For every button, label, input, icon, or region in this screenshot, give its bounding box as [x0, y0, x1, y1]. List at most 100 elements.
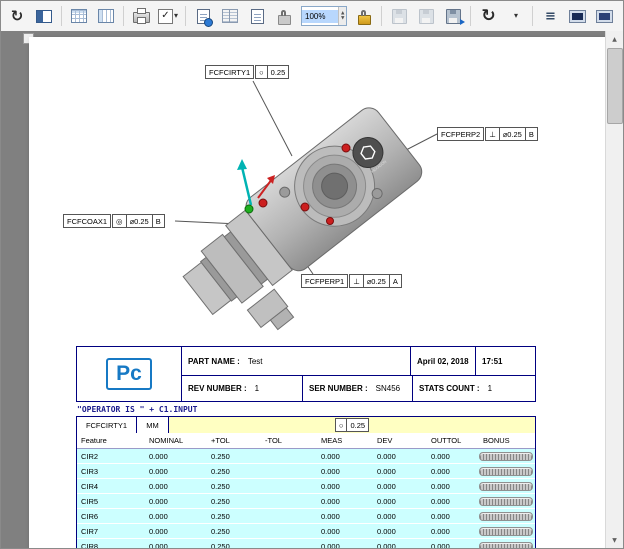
report-list-button[interactable]: ≡ — [537, 3, 563, 29]
ser-number-value: SN456 — [376, 384, 400, 393]
text-columns-button[interactable] — [217, 3, 243, 29]
table-cell: 0.000 — [373, 464, 427, 478]
column-header: +TOL — [207, 433, 261, 448]
perpendicularity-symbol: ⊥ — [350, 275, 363, 287]
pcdmis-logo-text: Pc — [116, 362, 142, 385]
fcf-frame: ○ 0.25 — [335, 418, 369, 432]
table-cell: 0.000 — [373, 449, 427, 463]
bonus-bar — [479, 542, 533, 549]
table-cell: 0.000 — [145, 464, 207, 478]
protect-report-button[interactable] — [271, 3, 297, 29]
save-report-as-button[interactable] — [413, 3, 439, 29]
show-cad-window-button[interactable] — [591, 3, 617, 29]
report-filter-button[interactable] — [618, 3, 624, 29]
refresh-options-button[interactable]: ▾ — [502, 3, 528, 29]
table-cell: 0.250 — [207, 479, 261, 493]
bonus-bar — [479, 527, 533, 536]
export-report-button[interactable] — [440, 3, 466, 29]
bonus-cell — [479, 509, 535, 523]
table-cell: 0.000 — [427, 479, 479, 493]
table-cell — [261, 509, 317, 523]
stats-count-value: 1 — [488, 384, 492, 393]
rotate-view-button[interactable]: ↻ — [4, 3, 30, 29]
bonus-cell — [479, 494, 535, 508]
table-cell: 0.000 — [373, 494, 427, 508]
table-cell: 0.000 — [317, 449, 373, 463]
doc-lines — [254, 12, 261, 21]
column-header: MEAS — [317, 433, 373, 448]
toolbar-separator — [532, 6, 533, 26]
table-cell: CIR5 — [77, 494, 145, 508]
split-window-icon — [36, 10, 52, 23]
feature-table: FCFCIRTY1 MM ○ 0.25 FeatureNOMINAL+TOL-T… — [76, 416, 536, 548]
zoom-spinner[interactable]: ▲ ▼ — [338, 7, 346, 25]
callout-fcfcoax1[interactable]: FCFCOAX1 ◎ ⌀0.25 B — [63, 214, 165, 228]
report-template-button[interactable] — [66, 3, 92, 29]
refresh-report-button[interactable]: ↻ — [475, 3, 501, 29]
custom-report-button[interactable] — [93, 3, 119, 29]
bonus-bar — [479, 467, 533, 476]
fcf-header-band: FCFCIRTY1 MM ○ 0.25 — [77, 417, 535, 433]
table-cell: 0.000 — [145, 539, 207, 548]
fcf-band-frame-area: ○ 0.25 — [169, 417, 535, 433]
lock-report-button[interactable] — [351, 3, 377, 29]
callout-fcfperp2[interactable]: FCFPERP2 ⊥ ⌀0.25 B — [437, 127, 538, 141]
feature-row: CIR60.0000.2500.0000.0000.000 — [77, 508, 535, 523]
approve-report-button[interactable]: ✓ ▾ — [155, 3, 181, 29]
fcf-frame: ⊥ ⌀0.25 A — [349, 274, 402, 288]
toolbar-separator — [381, 6, 382, 26]
edit-report-button[interactable] — [190, 3, 216, 29]
callout-fcfcirty1[interactable]: FCFCIRTY1 ○ 0.25 — [205, 65, 289, 79]
feature-row: CIR50.0000.2500.0000.0000.000 — [77, 493, 535, 508]
table-cell: CIR8 — [77, 539, 145, 548]
table-cell — [261, 464, 317, 478]
callout-label: FCFCIRTY1 — [205, 65, 254, 79]
table-cell: 0.000 — [373, 509, 427, 523]
vertical-scrollbar[interactable]: ▲ ▼ — [605, 31, 623, 548]
rotate-icon: ↻ — [11, 9, 24, 24]
feature-row: CIR70.0000.2500.0000.0000.000 — [77, 523, 535, 538]
save-report-button[interactable] — [386, 3, 412, 29]
dropdown-arrow-icon: ▾ — [514, 12, 518, 20]
text-columns-icon — [222, 9, 238, 23]
export-icon — [446, 9, 461, 24]
tolerance-value: 0.25 — [346, 419, 368, 431]
feature-table-header: FeatureNOMINAL+TOL-TOLMEASDEVOUTTOLBONUS — [77, 433, 535, 449]
circularity-symbol: ○ — [256, 66, 267, 78]
scrollbar-thumb[interactable] — [607, 48, 623, 124]
bonus-bar — [479, 482, 533, 491]
operator-comment-line: "OPERATOR IS " + C1.INPUT — [77, 405, 536, 414]
split-view-button[interactable] — [31, 3, 57, 29]
bonus-bar — [479, 452, 533, 461]
scroll-up-button[interactable]: ▲ — [606, 31, 623, 47]
table-cell: 0.000 — [427, 464, 479, 478]
report-time: 17:51 — [476, 347, 535, 375]
tolerance-value: ⌀0.25 — [126, 215, 152, 227]
table-cell — [261, 524, 317, 538]
zoom-value: 100% — [302, 10, 338, 23]
part-name-label: PART NAME : — [188, 357, 240, 366]
origin-marker-red — [259, 199, 267, 207]
print-report-button[interactable] — [128, 3, 154, 29]
save-as-icon — [419, 9, 434, 24]
table-cell: 0.000 — [427, 494, 479, 508]
callout-label: FCFPERP1 — [301, 274, 348, 288]
column-header: OUTTOL — [427, 433, 479, 448]
check-glyph: ✓ — [161, 11, 169, 21]
gray-lock-icon — [278, 15, 291, 25]
zoom-combobox[interactable]: 100% ▲ ▼ — [301, 6, 347, 26]
origin-marker-green — [245, 205, 253, 213]
scroll-down-button[interactable]: ▼ — [606, 532, 623, 548]
show-report-window-button[interactable] — [564, 3, 590, 29]
cad-report-button[interactable] — [244, 3, 270, 29]
bonus-cell — [479, 464, 535, 478]
table-cell: 0.000 — [145, 509, 207, 523]
logo-cell: Pc — [77, 347, 182, 401]
feature-row: CIR30.0000.2500.0000.0000.000 — [77, 463, 535, 478]
leader-fcfcirty1 — [253, 81, 292, 156]
callout-fcfperp1[interactable]: FCFPERP1 ⊥ ⌀0.25 A — [301, 274, 402, 288]
table-cell — [261, 449, 317, 463]
export-arrow-icon — [460, 19, 465, 25]
table-cell: 0.000 — [317, 464, 373, 478]
table-cell: 0.250 — [207, 509, 261, 523]
